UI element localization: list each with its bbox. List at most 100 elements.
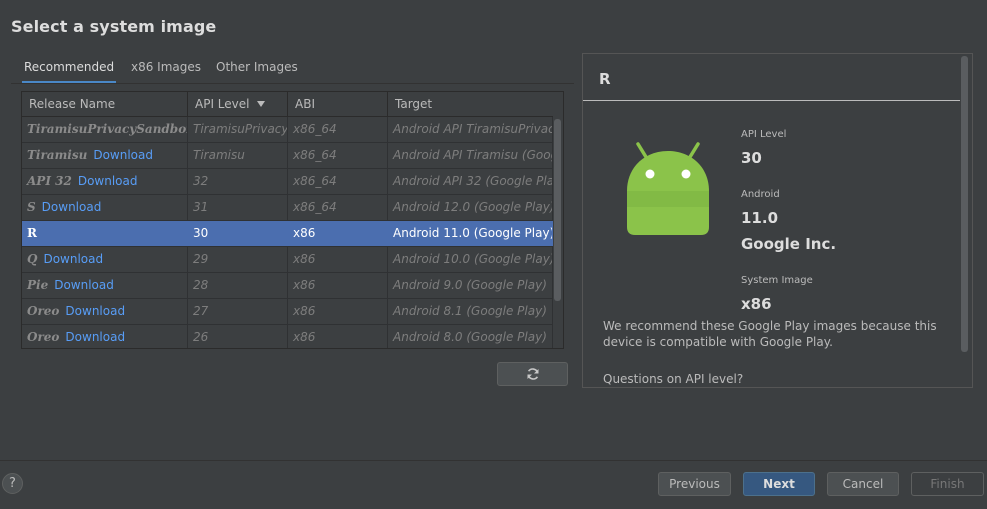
download-link[interactable]: Download	[65, 304, 125, 318]
release-name: TiramisuPrivacySandbox	[27, 122, 188, 136]
table-row[interactable]: TiramisuPrivacySandboxTiramisuPrivacySax…	[22, 117, 553, 143]
cell-target: Android 12.0 (Google Play)	[388, 195, 553, 220]
android-version-label: Android	[741, 189, 780, 200]
questions-link[interactable]: Questions on API level?	[603, 372, 743, 386]
cell-release-name: R	[22, 221, 188, 246]
footer-divider	[0, 460, 987, 461]
details-title: R	[599, 70, 611, 88]
cell-api: 32	[188, 169, 288, 194]
download-link[interactable]: Download	[65, 330, 125, 344]
download-link[interactable]: Download	[78, 174, 138, 188]
table-row[interactable]: Q Download 29 x86 Android 10.0 (Google Play)	[22, 247, 553, 273]
table-scrollbar[interactable]	[553, 117, 563, 348]
cell-release-name: S Download	[22, 195, 188, 220]
cell-api: 28	[188, 273, 288, 298]
system-image-label: System Image	[741, 275, 813, 286]
cell-api: Tiramisu	[188, 143, 288, 168]
cell-release-name: Q Download	[22, 247, 188, 272]
column-release-name[interactable]: Release Name	[22, 92, 188, 116]
release-name: Pie	[27, 278, 49, 292]
cell-release-name: Tiramisu Download	[22, 143, 188, 168]
dialog-title: Select a system image	[11, 17, 217, 36]
cell-release-name: Pie Download	[22, 273, 188, 298]
recommendation-text: We recommend these Google Play images be…	[603, 319, 937, 349]
tabs-divider	[11, 83, 574, 84]
table-row[interactable]: Tiramisu Download Tiramisu x86_64 Android AP…	[22, 143, 553, 169]
cell-api: 26	[188, 325, 288, 348]
cell-release-name: Oreo Download	[22, 299, 188, 324]
system-image-table: Release Name API Level ABI Target Tirami…	[21, 91, 564, 349]
cell-api: 27	[188, 299, 288, 324]
column-abi-label: ABI	[295, 97, 315, 111]
details-divider	[583, 100, 960, 101]
table-row[interactable]: Pie Download 28 x86 Android 9.0 (Google Play…	[22, 273, 553, 299]
refresh-icon	[527, 368, 538, 380]
system-image-value: x86	[741, 295, 772, 313]
next-button[interactable]: Next	[743, 472, 815, 496]
cell-api: 29	[188, 247, 288, 272]
tab-x86-images[interactable]: x86 Images	[131, 54, 201, 82]
cell-target: Android 8.0 (Google Play)	[388, 325, 553, 348]
cell-api: 30	[188, 221, 288, 246]
release-name: API 32	[27, 174, 72, 188]
cell-abi: x86_64	[288, 169, 388, 194]
table-scrollbar-thumb[interactable]	[554, 119, 561, 301]
cell-target: Android API 32 (Google Play)	[388, 169, 553, 194]
column-target[interactable]: Target	[388, 92, 553, 116]
release-name: Oreo	[27, 330, 60, 344]
cell-target: Android 8.1 (Google Play)	[388, 299, 553, 324]
cell-release-name: TiramisuPrivacySandbox	[22, 117, 188, 142]
cell-release-name: API 32 Download	[22, 169, 188, 194]
column-abi[interactable]: ABI	[288, 92, 388, 116]
release-name: R	[27, 226, 37, 240]
release-name: S	[27, 200, 36, 214]
column-api-level-label: API Level	[195, 97, 250, 111]
cell-abi: x86_64	[288, 195, 388, 220]
cell-target: Android API TiramisuPrivacySa	[388, 117, 553, 142]
release-name: Oreo	[27, 304, 60, 318]
table-header: Release Name API Level ABI Target	[22, 92, 553, 117]
cancel-button[interactable]: Cancel	[827, 472, 899, 496]
download-link[interactable]: Download	[43, 252, 103, 266]
cell-abi: x86_64	[288, 117, 388, 142]
cell-abi: x86	[288, 299, 388, 324]
download-link[interactable]: Download	[93, 148, 153, 162]
cell-abi: x86	[288, 221, 388, 246]
android-robot-icon	[627, 142, 709, 235]
column-api-level[interactable]: API Level	[188, 92, 288, 116]
tab-recommended[interactable]: Recommended	[21, 54, 117, 84]
api-level-label: API Level	[741, 129, 787, 140]
table-row[interactable]: R 30 x86 Android 11.0 (Google Play)	[22, 221, 553, 247]
cell-api: TiramisuPrivacySa	[188, 117, 288, 142]
details-scrollbar[interactable]	[961, 56, 968, 352]
cell-abi: x86	[288, 273, 388, 298]
release-name: Q	[27, 252, 38, 266]
image-tabs: Recommended x86 Images Other Images	[11, 54, 574, 84]
api-level-value: 30	[741, 149, 762, 167]
finish-button[interactable]: Finish	[911, 472, 984, 496]
vendor-name: Google Inc.	[741, 235, 837, 253]
table-row[interactable]: Oreo Download 26 x86 Android 8.0 (Google Pla…	[22, 325, 553, 348]
refresh-button[interactable]	[497, 362, 568, 386]
tab-other-images[interactable]: Other Images	[216, 54, 298, 82]
table-row[interactable]: Oreo Download 27 x86 Android 8.1 (Google Pla…	[22, 299, 553, 325]
release-name: Tiramisu	[27, 148, 88, 162]
download-link[interactable]: Download	[42, 200, 102, 214]
table-row[interactable]: API 32 Download 32 x86_64 Android API 32 (Go…	[22, 169, 553, 195]
cell-target: Android API Tiramisu (Google P	[388, 143, 553, 168]
download-link[interactable]: Download	[54, 278, 114, 292]
previous-button[interactable]: Previous	[658, 472, 731, 496]
help-button[interactable]: ?	[2, 473, 23, 494]
sort-descending-icon	[257, 101, 266, 107]
cell-target: Android 10.0 (Google Play)	[388, 247, 553, 272]
column-release-name-label: Release Name	[29, 97, 116, 111]
cell-release-name: Oreo Download	[22, 325, 188, 348]
cell-abi: x86_64	[288, 143, 388, 168]
details-panel: R API Level 30 Android 11.0 Google Inc. …	[582, 53, 973, 388]
column-target-label: Target	[395, 97, 433, 111]
cell-api: 31	[188, 195, 288, 220]
table-row[interactable]: S Download 31 x86_64 Android 12.0 (Google Pl…	[22, 195, 553, 221]
cell-abi: x86	[288, 325, 388, 348]
android-version-value: 11.0	[741, 209, 779, 227]
cell-target: Android 9.0 (Google Play)	[388, 273, 553, 298]
